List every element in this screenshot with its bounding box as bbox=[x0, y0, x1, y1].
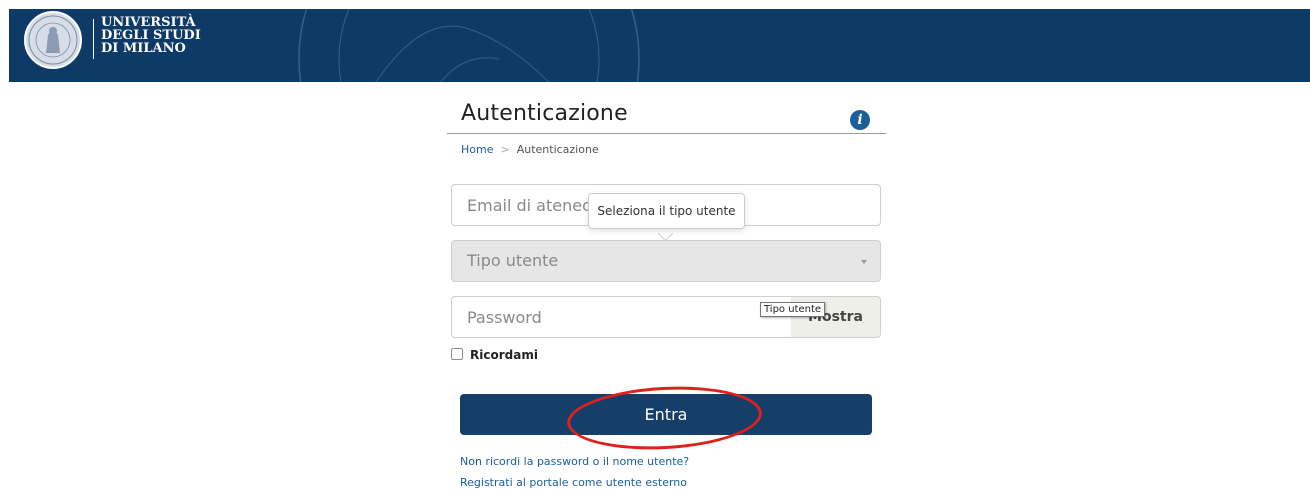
register-link[interactable]: Registrati al portale come utente estern… bbox=[460, 476, 687, 489]
university-name[interactable]: UNIVERSITÀ DEGLI STUDI DI MILANO bbox=[101, 16, 201, 55]
user-type-select[interactable]: Tipo utente bbox=[451, 240, 881, 282]
remember-label: Ricordami bbox=[470, 348, 538, 362]
site-header: UNIVERSITÀ DEGLI STUDI DI MILANO bbox=[9, 9, 1310, 82]
title-divider bbox=[447, 133, 886, 134]
remember-checkbox[interactable] bbox=[451, 348, 463, 360]
breadcrumb: Home > Autenticazione bbox=[461, 143, 599, 156]
native-tooltip: Tipo utente bbox=[760, 302, 826, 317]
breadcrumb-home-link[interactable]: Home bbox=[461, 143, 493, 156]
password-input[interactable] bbox=[451, 296, 792, 338]
info-circle-icon[interactable]: i bbox=[850, 110, 870, 130]
user-type-popover: Seleziona il tipo utente bbox=[588, 193, 745, 229]
login-button[interactable]: Entra bbox=[460, 394, 872, 435]
university-seal-logo[interactable] bbox=[24, 11, 82, 69]
chevron-down-icon bbox=[861, 260, 867, 264]
logo-divider bbox=[93, 19, 94, 59]
logo-line-3: DI MILANO bbox=[101, 41, 186, 56]
forgot-password-link[interactable]: Non ricordi la password o il nome utente… bbox=[460, 455, 689, 468]
breadcrumb-separator: > bbox=[500, 143, 510, 156]
seal-watermark bbox=[298, 9, 640, 82]
user-type-placeholder: Tipo utente bbox=[467, 251, 559, 270]
remember-me[interactable]: Ricordami bbox=[451, 348, 538, 362]
page-title: Autenticazione bbox=[461, 101, 628, 126]
breadcrumb-current: Autenticazione bbox=[516, 143, 599, 156]
